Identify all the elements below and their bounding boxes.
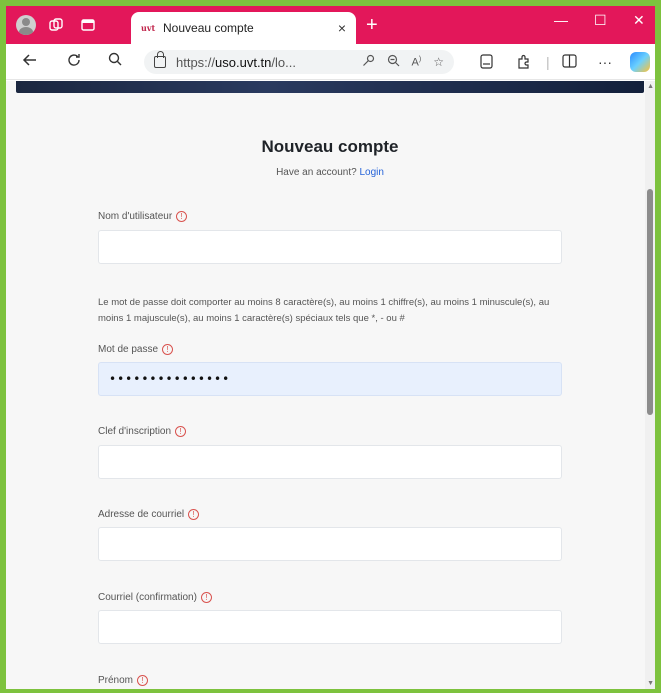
copilot-icon[interactable] [630,52,650,72]
new-tab-button[interactable]: + [366,13,378,37]
have-account-line: Have an account? Login [276,167,384,178]
email-confirm-label: Courriel (confirmation) ! [98,592,212,603]
search-icon[interactable] [108,52,122,70]
password-label: Mot de passe ! [98,344,174,355]
url-text[interactable]: https://uso.uvt.tn/lo... [176,55,350,70]
info-icon[interactable]: ! [175,426,187,437]
info-icon[interactable]: ! [162,344,174,355]
tab-close-icon[interactable]: × [338,20,346,36]
lock-icon[interactable] [154,51,166,68]
tab-actions-icon[interactable] [78,15,98,35]
avatar-icon [16,15,36,35]
browser-toolbar: https://uso.uvt.tn/lo... A) ☆ | ··· [6,44,655,80]
login-link[interactable]: Login [359,167,383,178]
split-screen-icon[interactable] [562,54,577,71]
info-icon[interactable]: ! [200,592,212,603]
tab-nouveau-compte[interactable]: uvt Nouveau compte × [131,12,356,44]
email-confirm-input[interactable] [98,610,562,644]
read-aloud-icon[interactable]: A) [412,56,422,69]
profile-button[interactable] [16,15,36,35]
refresh-icon[interactable] [66,52,82,72]
info-icon[interactable]: ! [188,509,200,520]
zoom-icon[interactable] [387,54,400,70]
extensions-icon[interactable] [516,54,531,72]
registration-key-input[interactable] [98,445,562,479]
address-bar[interactable]: https://uso.uvt.tn/lo... A) ☆ [144,50,454,74]
scroll-down-icon[interactable]: ▼ [647,680,654,687]
page-title: Nouveau compte [261,137,399,156]
firstname-label: Prénom ! [98,675,149,686]
registration-key-label: Clef d'inscription ! [98,426,187,437]
page-content: Nouveau compte Have an account? Login No… [6,81,655,689]
username-input[interactable] [98,230,562,264]
key-icon[interactable] [362,54,375,70]
toolbar-divider: | [546,54,550,70]
info-icon[interactable]: ! [137,675,149,686]
back-arrow-icon[interactable] [22,52,38,72]
email-input[interactable] [98,527,562,561]
tab-bar: uvt Nouveau compte × + — ☐ ✕ [6,6,655,44]
password-hint: Le mot de passe doit comporter au moins … [98,297,550,324]
more-menu-icon[interactable]: ··· [598,54,612,70]
favorite-star-icon[interactable]: ☆ [433,55,444,69]
maximize-button[interactable]: ☐ [594,12,607,29]
tab-title: Nouveau compte [163,21,254,35]
workspaces-icon[interactable] [46,15,66,35]
reading-view-icon[interactable] [480,54,493,72]
password-input[interactable] [98,362,562,396]
site-favicon-icon: uvt [141,23,156,33]
scroll-up-icon[interactable]: ▲ [647,83,654,90]
header-banner [16,81,644,93]
close-window-button[interactable]: ✕ [633,12,645,29]
minimize-button[interactable]: — [554,12,568,28]
info-icon[interactable]: ! [176,211,188,222]
browser-window: uvt Nouveau compte × + — ☐ ✕ https://uso… [6,6,655,689]
username-label: Nom d'utilisateur ! [98,211,188,222]
email-label: Adresse de courriel ! [98,509,200,520]
page-scrollbar[interactable]: ▲ ▼ [645,81,655,689]
scroll-thumb[interactable] [647,189,653,415]
